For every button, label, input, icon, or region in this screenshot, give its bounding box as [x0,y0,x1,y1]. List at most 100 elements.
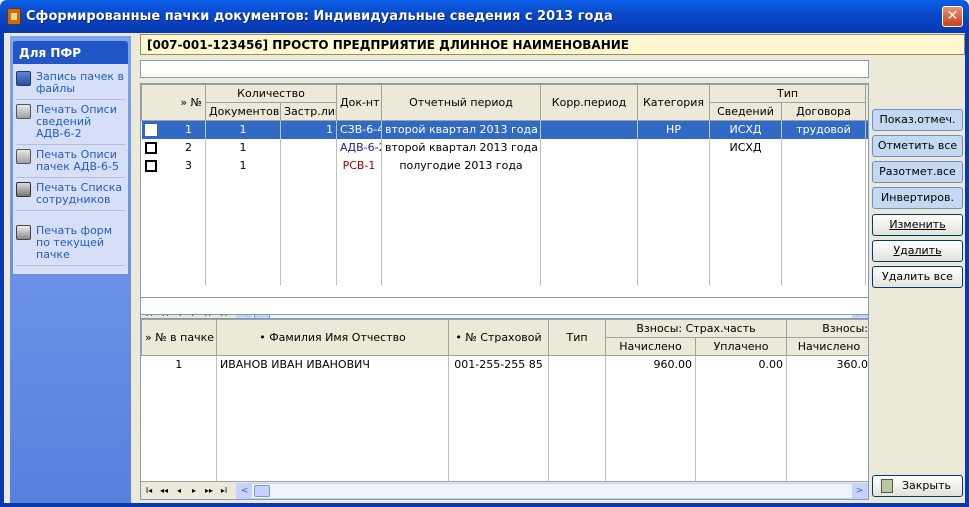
cell-insured [280,138,337,157]
sidebar-item-write-files[interactable]: Запись пачек в файлы [16,67,125,100]
col-header-count: Количество [205,84,337,103]
row-checkbox[interactable] [144,142,157,154]
col-header-num[interactable]: » № [141,84,206,121]
sidebar-item-label: Запись пачек в файлы [36,70,124,95]
row-num: 2 [185,141,192,154]
sidebar-item-print-adv-6-5[interactable]: Печать Описи пачек АДВ-6-5 [16,145,125,178]
col-header-contrib: Взносы: Страх.часть [605,319,787,338]
close-window-button[interactable]: ✕ [942,6,963,27]
cell-fio: ИВАНОВ ИВАН ИВАНОВИЧ [216,355,449,374]
cell-type-contract [781,138,866,157]
bottom-filter-input[interactable] [140,297,869,315]
col-header-corr-period[interactable]: Корр.период [540,84,638,121]
cell-extra [865,120,868,139]
col-header-doctype[interactable]: Док-нт [336,84,382,121]
row-checkbox[interactable] [144,124,157,137]
mark-all-button[interactable]: Отметить все [872,135,963,157]
sidebar-item-print-adv-6-2[interactable]: Печать Описи сведений АДВ-6-2 [16,100,125,145]
cell-period: полугодие 2013 года [381,156,541,175]
employees-grid[interactable]: » № в пачке • Фамилия Имя Отчество • № С… [140,318,869,500]
cell-docs: 1 [205,138,281,157]
col-header-type-contract[interactable]: Договора [781,102,866,121]
cell-snils: 001-255-255 85 [448,355,549,374]
table-row[interactable]: 1 1 1 СЗВ-6-4 второй квартал 2013 года Н… [141,120,868,139]
unmark-all-button[interactable]: Разотмет.все [872,161,963,183]
printer-icon [16,182,31,197]
nav-next-page-button[interactable]: ▸▸ [202,484,216,498]
table-filler [141,373,868,484]
col-header-snils[interactable]: • № Страховой [448,319,549,356]
table-row[interactable]: 3 1 РСВ-1 полугодие 2013 года [141,156,868,175]
col-header-charged2[interactable]: Начислено [786,337,868,356]
printer-forms-icon [16,225,31,240]
employees-navbar: I◂ ◂◂ ◂ ▸ ▸▸ ▸I < > [141,481,868,499]
sidebar-item-print-forms[interactable]: Печать форм по текущей пачке [16,221,125,266]
col-header-type[interactable]: Тип [548,319,606,356]
col-header-insured[interactable]: Застр.лиц [280,102,337,121]
col-header-packet-num[interactable]: » № в пачке [141,319,217,356]
table-row[interactable]: 1 ИВАНОВ ИВАН ИВАНОВИЧ 001-255-255 85 96… [141,355,868,374]
nav-next-button[interactable]: ▸ [187,484,201,498]
delete-all-button[interactable]: Удалить все [872,266,963,288]
packets-grid[interactable]: » № Количество Док-нт Отчетный период Ко… [140,83,869,323]
col-header-contrib2: Взносы: [786,319,868,338]
cell-doctype: СЗВ-6-4 [336,120,382,139]
cell-corr [540,138,638,157]
cell-type-info: ИСХД [709,120,782,139]
horizontal-scrollbar[interactable]: < > [236,482,868,499]
table-row[interactable]: 2 1 АДВ-6-2 второй квартал 2013 года ИСХ… [141,138,868,157]
cell-charged: 960.00 [605,355,696,374]
show-marked-button[interactable]: Показ.отмеч. [872,109,963,131]
table-filler [141,174,868,285]
edit-button[interactable]: Изменить [872,214,963,236]
cell-category [637,156,710,175]
invert-selection-button[interactable]: Инвертиров. [872,187,963,209]
sidebar-item-label: Печать Списка сотрудников [36,181,123,206]
cell-corr [540,120,638,139]
cell-doctype: АДВ-6-2 [336,138,382,157]
sidebar-item-label: Печать Описи сведений АДВ-6-2 [36,103,117,140]
scroll-left-button[interactable]: < [237,483,252,498]
sidebar-item-print-employees[interactable]: Печать Списка сотрудников [16,178,125,211]
delete-button[interactable]: Удалить [872,240,963,262]
cell-corr [540,156,638,175]
col-header-type-info[interactable]: Сведений [709,102,782,121]
close-button-label: Закрыть [902,479,951,492]
sidebar-panel: Для ПФР Запись пачек в файлы Печать Опис… [13,41,128,274]
sidebar-item-label: Печать Описи пачек АДВ-6-5 [36,148,119,173]
cell-category: НР [637,120,710,139]
nav-prev-page-button[interactable]: ◂◂ [157,484,171,498]
col-header-paid[interactable]: Уплачено [695,337,787,356]
cell-charged2: 360.0 [786,355,868,374]
sidebar-body: Запись пачек в файлы Печать Описи сведен… [13,64,128,274]
row-checkbox[interactable] [144,160,157,172]
cell-type-info [709,156,782,175]
printer-icon [16,104,31,119]
col-header-docs[interactable]: Документов [205,102,281,121]
cell-category [637,138,710,157]
cell-extra [865,138,868,157]
top-filter-input[interactable] [140,60,869,78]
close-button[interactable]: Закрыть [872,475,963,497]
col-header-fio[interactable]: • Фамилия Имя Отчество [216,319,449,356]
employees-table: » № в пачке • Фамилия Имя Отчество • № С… [141,319,868,484]
scroll-thumb[interactable] [254,484,270,497]
cell-extra [865,156,868,175]
col-header-category[interactable]: Категория [637,84,710,121]
nav-last-button[interactable]: ▸I [217,484,231,498]
cell-docs: 1 [205,120,281,139]
cell-type-contract: трудовой [781,120,866,139]
packets-table: » № Количество Док-нт Отчетный период Ко… [141,84,868,285]
col-header-period[interactable]: Отчетный период [381,84,541,121]
sidebar-header: Для ПФР [13,41,128,64]
col-header-type: Тип [709,84,866,103]
exit-door-icon [881,479,893,493]
cell-insured [280,156,337,175]
nav-prev-button[interactable]: ◂ [172,484,186,498]
main-content: [007-001-123456] ПРОСТО ПРЕДПРИЯТИЕ ДЛИН… [137,33,967,503]
nav-first-button[interactable]: I◂ [142,484,156,498]
sidebar-item-label: Печать форм по текущей пачке [36,224,113,261]
cell-paid: 0.00 [695,355,787,374]
col-header-charged[interactable]: Начислено [605,337,696,356]
scroll-right-button[interactable]: > [852,483,867,498]
